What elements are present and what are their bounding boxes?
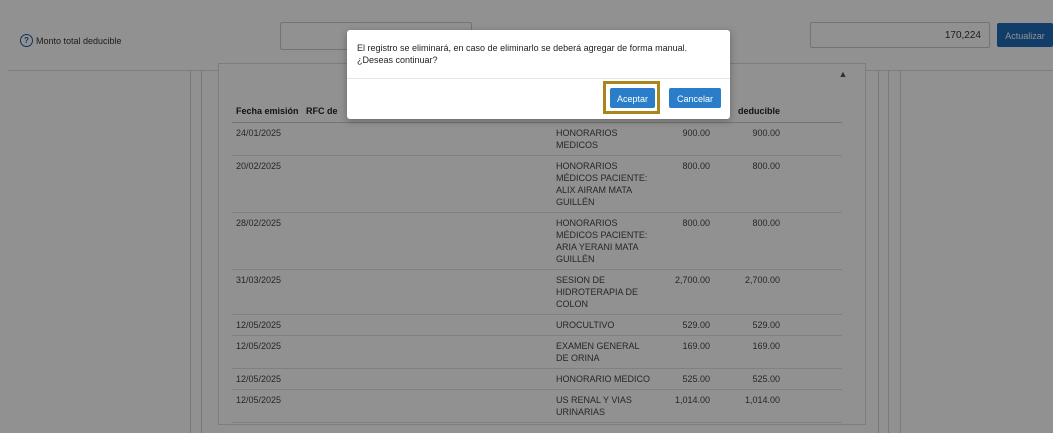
cancelar-button[interactable]: Cancelar xyxy=(669,88,721,108)
dialog-message-line: El registro se eliminará, en caso de eli… xyxy=(357,43,688,53)
dialog-message: El registro se eliminará, en caso de eli… xyxy=(357,42,717,66)
aceptar-button[interactable]: Aceptar xyxy=(610,88,655,108)
confirm-delete-dialog: El registro se eliminará, en caso de eli… xyxy=(347,30,730,119)
dialog-question: ¿Deseas continuar? xyxy=(357,55,438,65)
dialog-divider xyxy=(347,78,730,79)
